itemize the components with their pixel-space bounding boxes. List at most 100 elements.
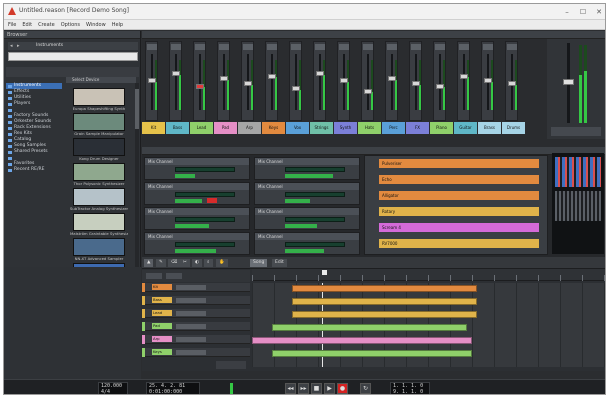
channel-button[interactable]	[267, 44, 277, 50]
close-button[interactable]: ✕	[591, 4, 605, 20]
device-red-button[interactable]	[207, 198, 217, 203]
device-thumbnail[interactable]: Thor Polysonic Synthesizer	[70, 163, 128, 187]
track-mute-solo[interactable]	[176, 298, 206, 303]
mute-tool-icon[interactable]: ◐	[192, 259, 202, 267]
channel-button[interactable]	[483, 44, 493, 50]
track-name[interactable]: Kit	[152, 284, 172, 290]
track-mute-solo[interactable]	[176, 311, 206, 316]
arrangement-area[interactable]	[252, 283, 605, 367]
track-header[interactable]: Kit	[142, 283, 250, 292]
rewind-button[interactable]: ◂◂	[285, 383, 296, 394]
timeline-ruler[interactable]	[252, 269, 605, 281]
rack-device[interactable]: Mix Channel	[144, 157, 250, 180]
channel-fader[interactable]	[148, 78, 156, 83]
clip[interactable]	[252, 337, 472, 344]
stop-button[interactable]: ■	[311, 383, 322, 394]
channel-fader[interactable]	[172, 71, 180, 76]
clip[interactable]	[292, 298, 477, 305]
combinator-row[interactable]: Pulveriser	[379, 159, 539, 168]
position-display[interactable]: 25. 4. 2. 81 0:01:00:000	[146, 382, 200, 394]
back-arrow-icon[interactable]: ◂	[10, 43, 13, 49]
clip[interactable]	[272, 324, 467, 331]
loop-locators-display[interactable]: 1. 1. 1. 0 9. 1. 1. 0	[390, 382, 430, 394]
combinator-row[interactable]: Scream 4	[379, 223, 539, 232]
channel-fader[interactable]	[292, 86, 300, 91]
rack-device[interactable]: Mix Channel	[254, 207, 360, 230]
channel-label[interactable]: Keys	[262, 122, 285, 134]
track-mute-solo[interactable]	[176, 324, 206, 329]
hand-tool-icon[interactable]: ✋	[216, 259, 228, 267]
channel-button[interactable]	[459, 44, 469, 50]
channel-label[interactable]: Hats	[358, 122, 381, 134]
track-header[interactable]: Pad	[142, 322, 250, 331]
channel-fader[interactable]	[364, 89, 372, 94]
loop-button[interactable]: ↻	[360, 383, 371, 394]
rack-overview[interactable]	[552, 153, 604, 254]
channel-fader[interactable]	[196, 84, 204, 89]
track-name[interactable]: Pad	[152, 323, 172, 329]
track-header[interactable]: Lead	[142, 309, 250, 318]
track-name[interactable]: Keys	[152, 349, 172, 355]
channel-fader[interactable]	[484, 78, 492, 83]
channel-fader[interactable]	[460, 74, 468, 79]
eraser-tool-icon[interactable]: ⌫	[168, 259, 181, 267]
device-thumbnail[interactable]: Malström Graintable Synthesizer	[70, 213, 128, 237]
combinator-row[interactable]: RV7000	[379, 239, 539, 248]
channel-fader[interactable]	[316, 71, 324, 76]
master-fader[interactable]	[563, 79, 574, 85]
channel-button[interactable]	[291, 44, 301, 50]
track-mute-solo[interactable]	[176, 285, 206, 290]
track-mute-solo[interactable]	[176, 350, 206, 355]
channel-label[interactable]: Bass	[166, 122, 189, 134]
rack-device[interactable]: Mix Channel	[144, 232, 250, 255]
channel-button[interactable]	[147, 44, 157, 50]
channel-button[interactable]	[435, 44, 445, 50]
channel-label[interactable]: Guitar	[454, 122, 477, 134]
track-mute-solo[interactable]	[176, 337, 206, 342]
channel-fader[interactable]	[508, 81, 516, 86]
rack-device[interactable]: Mix Channel	[254, 232, 360, 255]
device-thumbnail[interactable]: NN-XT Advanced Sampler	[70, 238, 128, 262]
channel-fader[interactable]	[244, 81, 252, 86]
master-controls[interactable]	[551, 127, 601, 136]
fast-forward-button[interactable]: ▸▸	[298, 383, 309, 394]
channel-button[interactable]	[363, 44, 373, 50]
track-name[interactable]: Bass	[152, 297, 172, 303]
channel-button[interactable]	[171, 44, 181, 50]
channel-button[interactable]	[195, 44, 205, 50]
rack-device[interactable]: Mix Channel	[254, 157, 360, 180]
channel-label[interactable]: FX	[406, 122, 429, 134]
track-header[interactable]: Bass	[142, 296, 250, 305]
clip[interactable]	[292, 285, 477, 292]
tempo-display[interactable]: 120.000 4/4	[98, 382, 128, 394]
track-header[interactable]: Keys	[142, 348, 250, 357]
menu-file[interactable]: File	[8, 20, 16, 29]
zoom-controls[interactable]	[216, 361, 246, 369]
channel-label[interactable]: Drums	[502, 122, 525, 134]
forward-arrow-icon[interactable]: ▸	[17, 43, 20, 49]
clip[interactable]	[272, 350, 472, 357]
device-thumbnail[interactable]: Grain Sample Manipulator	[70, 113, 128, 137]
channel-fader[interactable]	[268, 74, 276, 79]
clip[interactable]	[292, 311, 477, 318]
channel-fader[interactable]	[436, 84, 444, 89]
combinator-row[interactable]: Rotary	[379, 207, 539, 216]
menu-create[interactable]: Create	[38, 20, 55, 29]
track-name[interactable]: Arp	[152, 336, 172, 342]
menu-window[interactable]: Window	[86, 20, 106, 29]
channel-button[interactable]	[243, 44, 253, 50]
channel-button[interactable]	[219, 44, 229, 50]
channel-fader[interactable]	[388, 76, 396, 81]
menu-help[interactable]: Help	[112, 20, 123, 29]
channel-fader[interactable]	[220, 76, 228, 81]
channel-button[interactable]	[315, 44, 325, 50]
channel-label[interactable]: Piano	[430, 122, 453, 134]
razor-tool-icon[interactable]: ✂	[180, 259, 190, 267]
channel-label[interactable]: Lead	[190, 122, 213, 134]
magnify-tool-icon[interactable]: ⌕	[204, 259, 213, 267]
menu-edit[interactable]: Edit	[22, 20, 32, 29]
channel-button[interactable]	[411, 44, 421, 50]
maximize-button[interactable]: ☐	[575, 4, 591, 20]
channel-label[interactable]: Arp	[238, 122, 261, 134]
rack-device[interactable]: Mix Channel	[144, 182, 250, 205]
